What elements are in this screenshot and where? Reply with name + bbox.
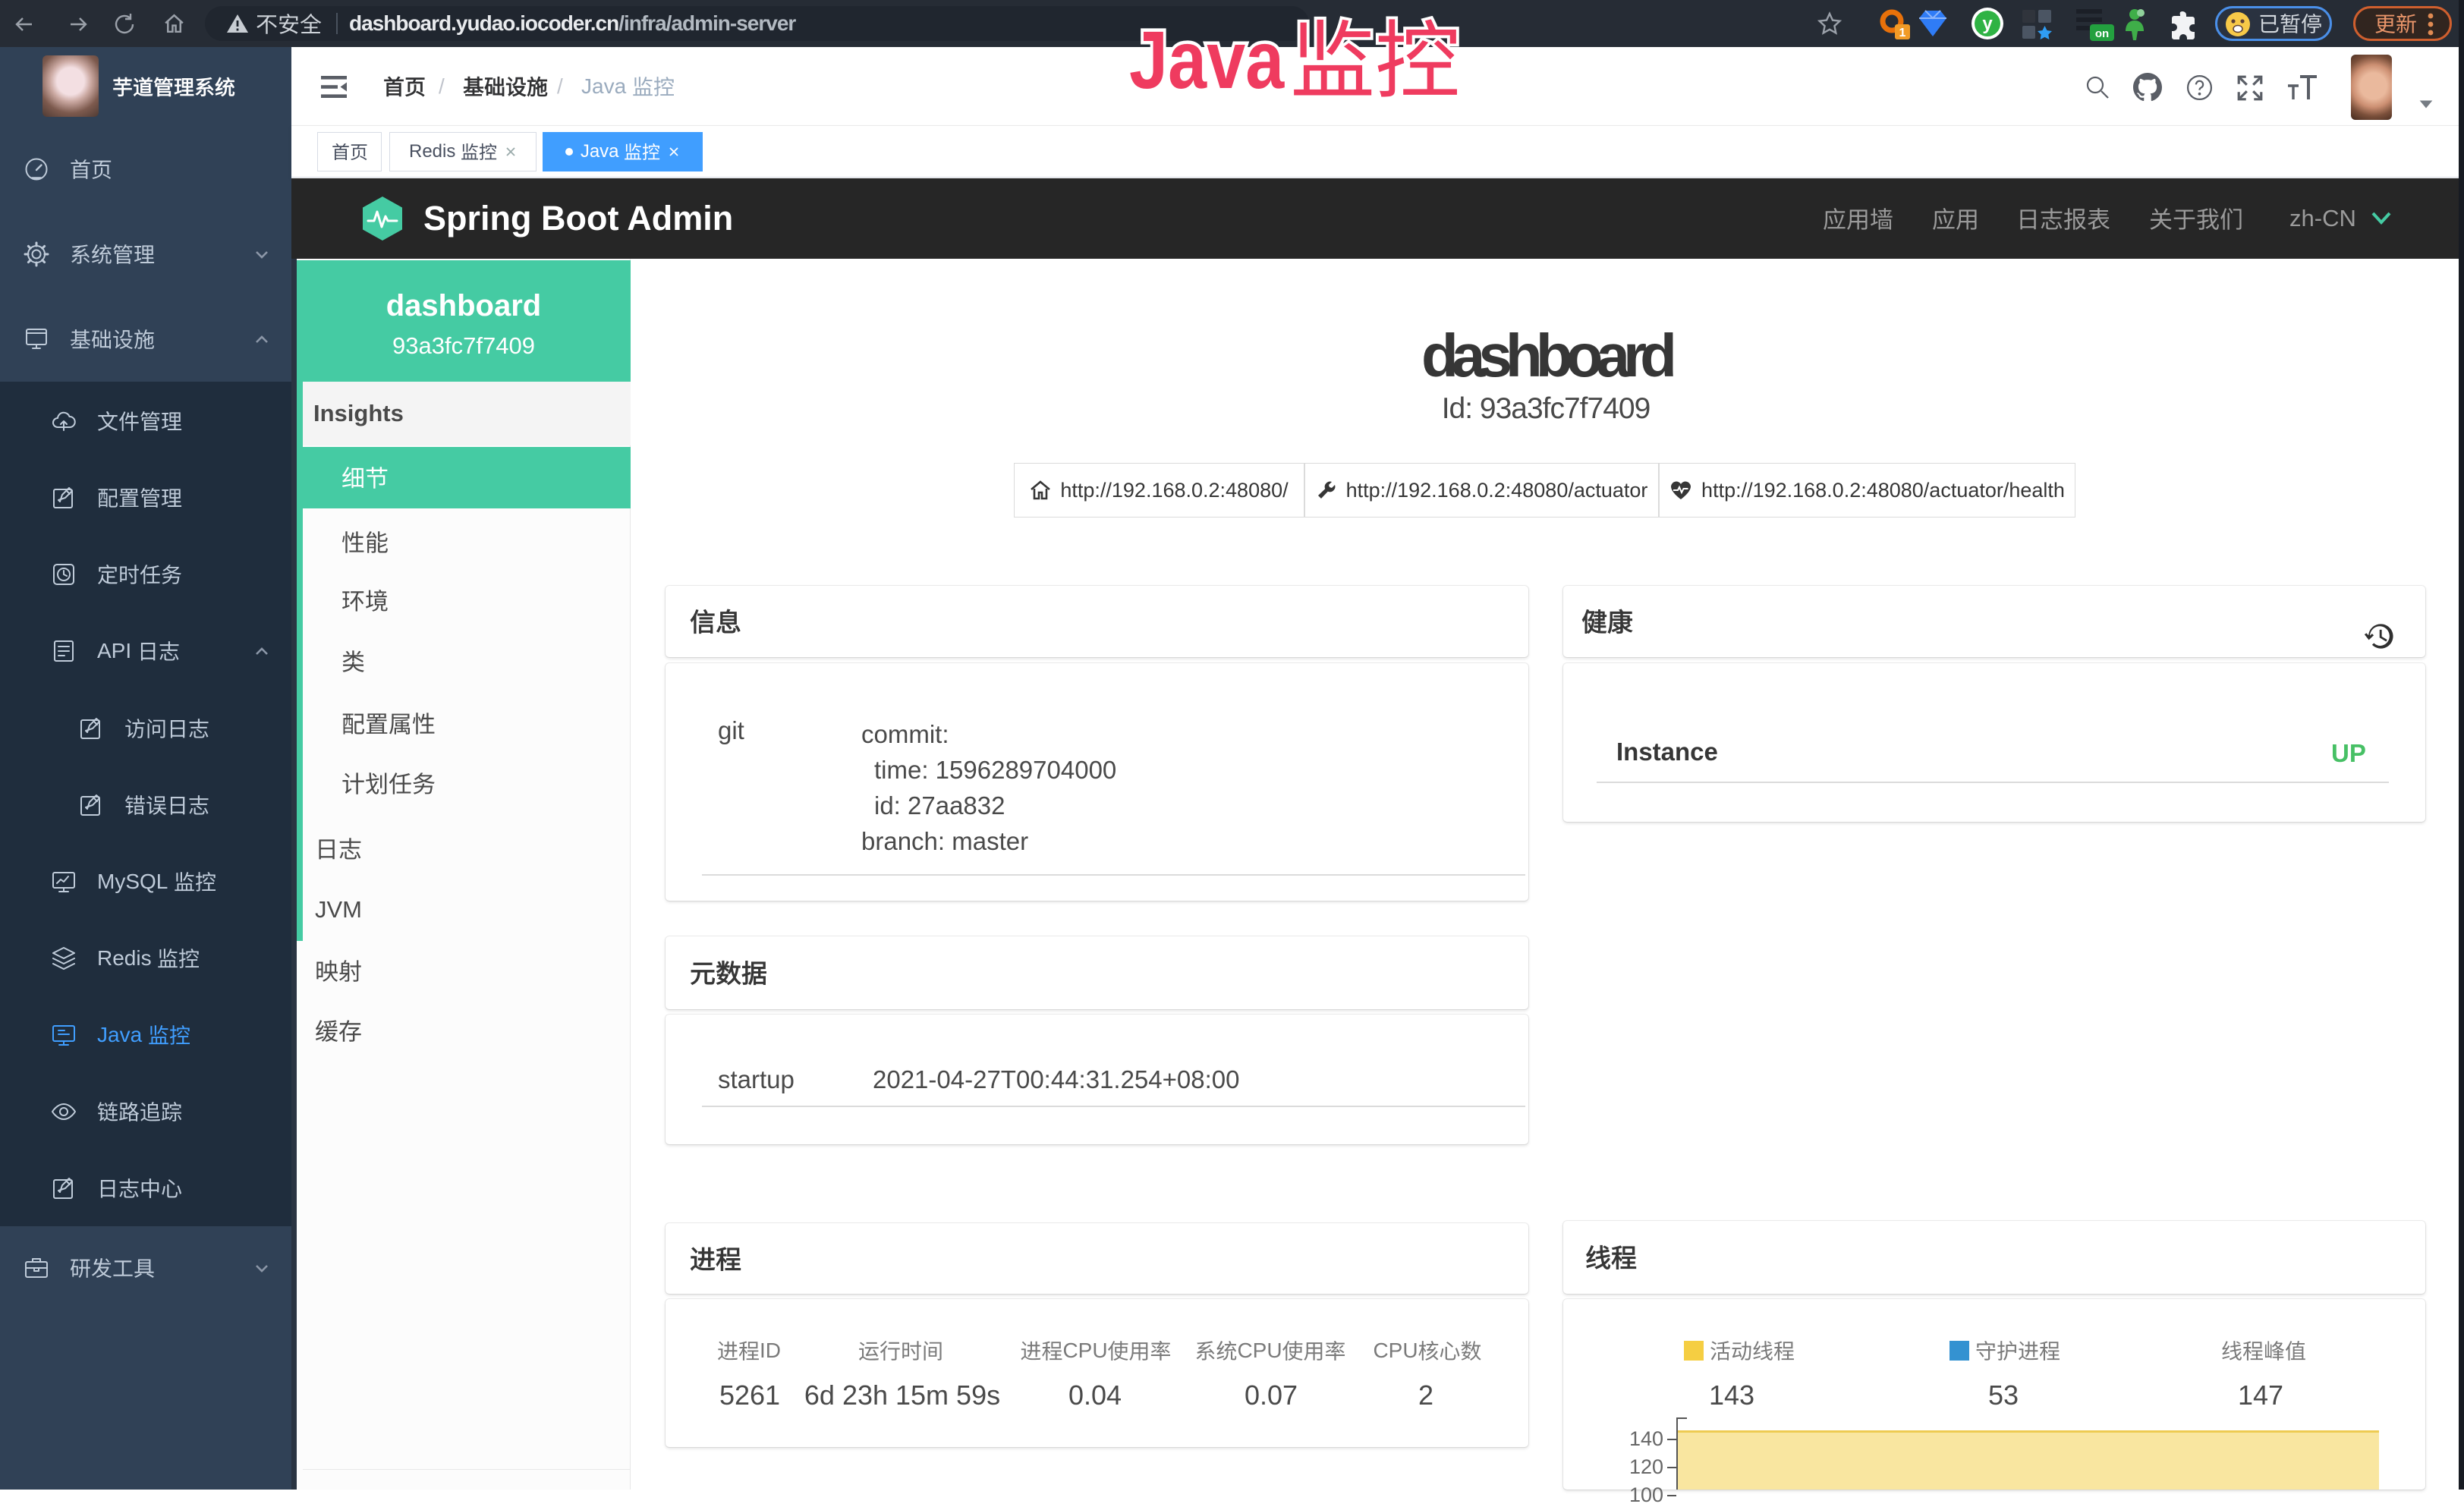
svg-text:on: on — [2095, 27, 2109, 40]
svg-text:y: y — [1982, 14, 1993, 34]
svg-text:1: 1 — [1899, 27, 1906, 39]
